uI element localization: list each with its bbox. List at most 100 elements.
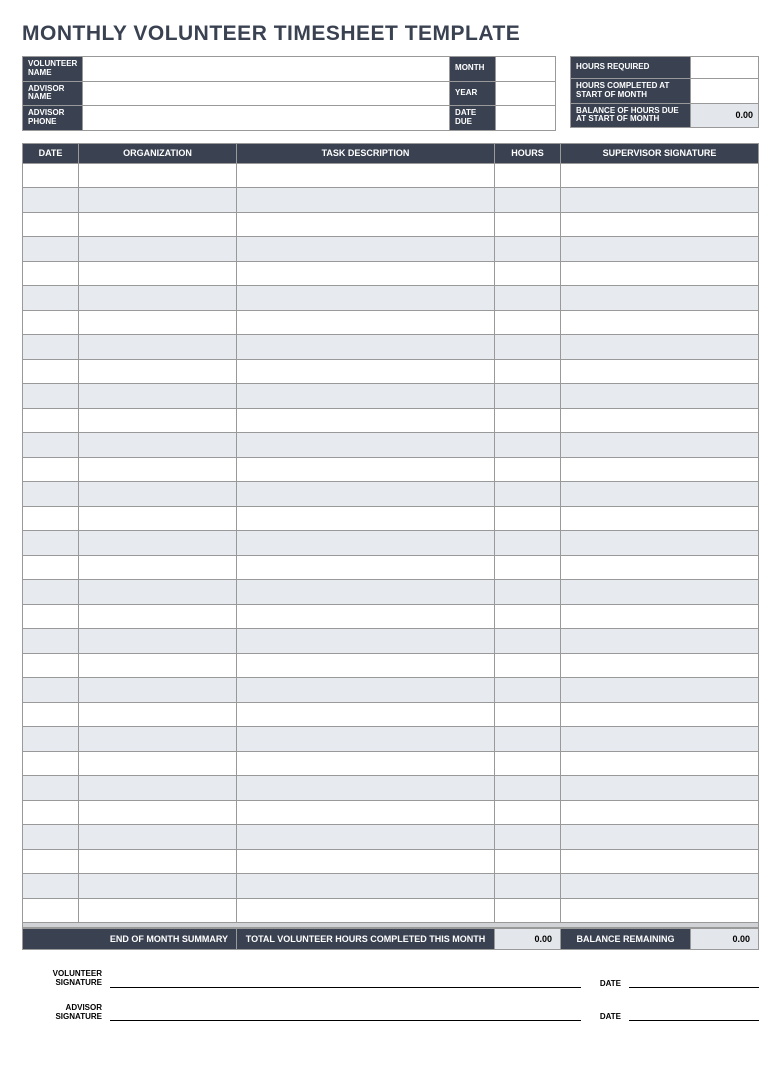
cell-task[interactable] <box>237 237 495 262</box>
cell-org[interactable] <box>79 653 237 678</box>
cell-task[interactable] <box>237 335 495 360</box>
cell-date[interactable] <box>23 727 79 752</box>
cell-hrs[interactable] <box>495 359 561 384</box>
cell-date[interactable] <box>23 898 79 923</box>
cell-sig[interactable] <box>561 506 759 531</box>
cell-sig[interactable] <box>561 163 759 188</box>
cell-hrs[interactable] <box>495 212 561 237</box>
cell-sig[interactable] <box>561 800 759 825</box>
cell-date[interactable] <box>23 433 79 458</box>
cell-hrs[interactable] <box>495 506 561 531</box>
cell-org[interactable] <box>79 163 237 188</box>
cell-org[interactable] <box>79 310 237 335</box>
cell-task[interactable] <box>237 286 495 311</box>
cell-task[interactable] <box>237 506 495 531</box>
cell-date[interactable] <box>23 653 79 678</box>
year-value[interactable] <box>496 81 556 106</box>
cell-org[interactable] <box>79 800 237 825</box>
cell-sig[interactable] <box>561 482 759 507</box>
cell-sig[interactable] <box>561 531 759 556</box>
cell-hrs[interactable] <box>495 482 561 507</box>
cell-date[interactable] <box>23 604 79 629</box>
cell-task[interactable] <box>237 384 495 409</box>
cell-task[interactable] <box>237 849 495 874</box>
advisor-phone-value[interactable] <box>83 106 450 131</box>
cell-hrs[interactable] <box>495 678 561 703</box>
cell-sig[interactable] <box>561 825 759 850</box>
cell-sig[interactable] <box>561 261 759 286</box>
cell-date[interactable] <box>23 678 79 703</box>
cell-org[interactable] <box>79 580 237 605</box>
cell-task[interactable] <box>237 482 495 507</box>
cell-task[interactable] <box>237 629 495 654</box>
cell-hrs[interactable] <box>495 702 561 727</box>
cell-date[interactable] <box>23 825 79 850</box>
cell-hrs[interactable] <box>495 163 561 188</box>
cell-date[interactable] <box>23 874 79 899</box>
advisor-signature-line[interactable] <box>110 1007 581 1021</box>
month-value[interactable] <box>496 57 556 82</box>
cell-org[interactable] <box>79 849 237 874</box>
date-due-value[interactable] <box>496 106 556 131</box>
cell-date[interactable] <box>23 359 79 384</box>
cell-sig[interactable] <box>561 310 759 335</box>
cell-sig[interactable] <box>561 727 759 752</box>
cell-sig[interactable] <box>561 212 759 237</box>
cell-sig[interactable] <box>561 457 759 482</box>
cell-task[interactable] <box>237 776 495 801</box>
cell-org[interactable] <box>79 776 237 801</box>
cell-hrs[interactable] <box>495 457 561 482</box>
cell-org[interactable] <box>79 482 237 507</box>
cell-org[interactable] <box>79 678 237 703</box>
cell-date[interactable] <box>23 384 79 409</box>
cell-date[interactable] <box>23 580 79 605</box>
cell-org[interactable] <box>79 898 237 923</box>
cell-sig[interactable] <box>561 751 759 776</box>
cell-task[interactable] <box>237 531 495 556</box>
cell-hrs[interactable] <box>495 604 561 629</box>
cell-hrs[interactable] <box>495 874 561 899</box>
cell-org[interactable] <box>79 408 237 433</box>
cell-org[interactable] <box>79 702 237 727</box>
hours-completed-value[interactable] <box>691 79 759 104</box>
cell-task[interactable] <box>237 898 495 923</box>
cell-sig[interactable] <box>561 433 759 458</box>
cell-date[interactable] <box>23 408 79 433</box>
cell-hrs[interactable] <box>495 286 561 311</box>
cell-sig[interactable] <box>561 653 759 678</box>
cell-task[interactable] <box>237 800 495 825</box>
cell-org[interactable] <box>79 433 237 458</box>
cell-hrs[interactable] <box>495 800 561 825</box>
volunteer-signature-line[interactable] <box>110 974 581 988</box>
cell-sig[interactable] <box>561 335 759 360</box>
cell-task[interactable] <box>237 751 495 776</box>
cell-sig[interactable] <box>561 384 759 409</box>
cell-org[interactable] <box>79 604 237 629</box>
cell-date[interactable] <box>23 702 79 727</box>
hours-required-value[interactable] <box>691 57 759 79</box>
cell-date[interactable] <box>23 751 79 776</box>
cell-task[interactable] <box>237 310 495 335</box>
cell-sig[interactable] <box>561 849 759 874</box>
cell-sig[interactable] <box>561 776 759 801</box>
cell-org[interactable] <box>79 751 237 776</box>
cell-org[interactable] <box>79 727 237 752</box>
cell-task[interactable] <box>237 580 495 605</box>
cell-task[interactable] <box>237 261 495 286</box>
cell-task[interactable] <box>237 163 495 188</box>
cell-task[interactable] <box>237 188 495 213</box>
cell-hrs[interactable] <box>495 433 561 458</box>
cell-hrs[interactable] <box>495 408 561 433</box>
advisor-name-value[interactable] <box>83 81 450 106</box>
cell-date[interactable] <box>23 800 79 825</box>
cell-org[interactable] <box>79 335 237 360</box>
cell-sig[interactable] <box>561 408 759 433</box>
cell-hrs[interactable] <box>495 727 561 752</box>
cell-date[interactable] <box>23 261 79 286</box>
cell-date[interactable] <box>23 286 79 311</box>
cell-task[interactable] <box>237 825 495 850</box>
cell-date[interactable] <box>23 237 79 262</box>
cell-sig[interactable] <box>561 874 759 899</box>
cell-hrs[interactable] <box>495 261 561 286</box>
cell-date[interactable] <box>23 506 79 531</box>
